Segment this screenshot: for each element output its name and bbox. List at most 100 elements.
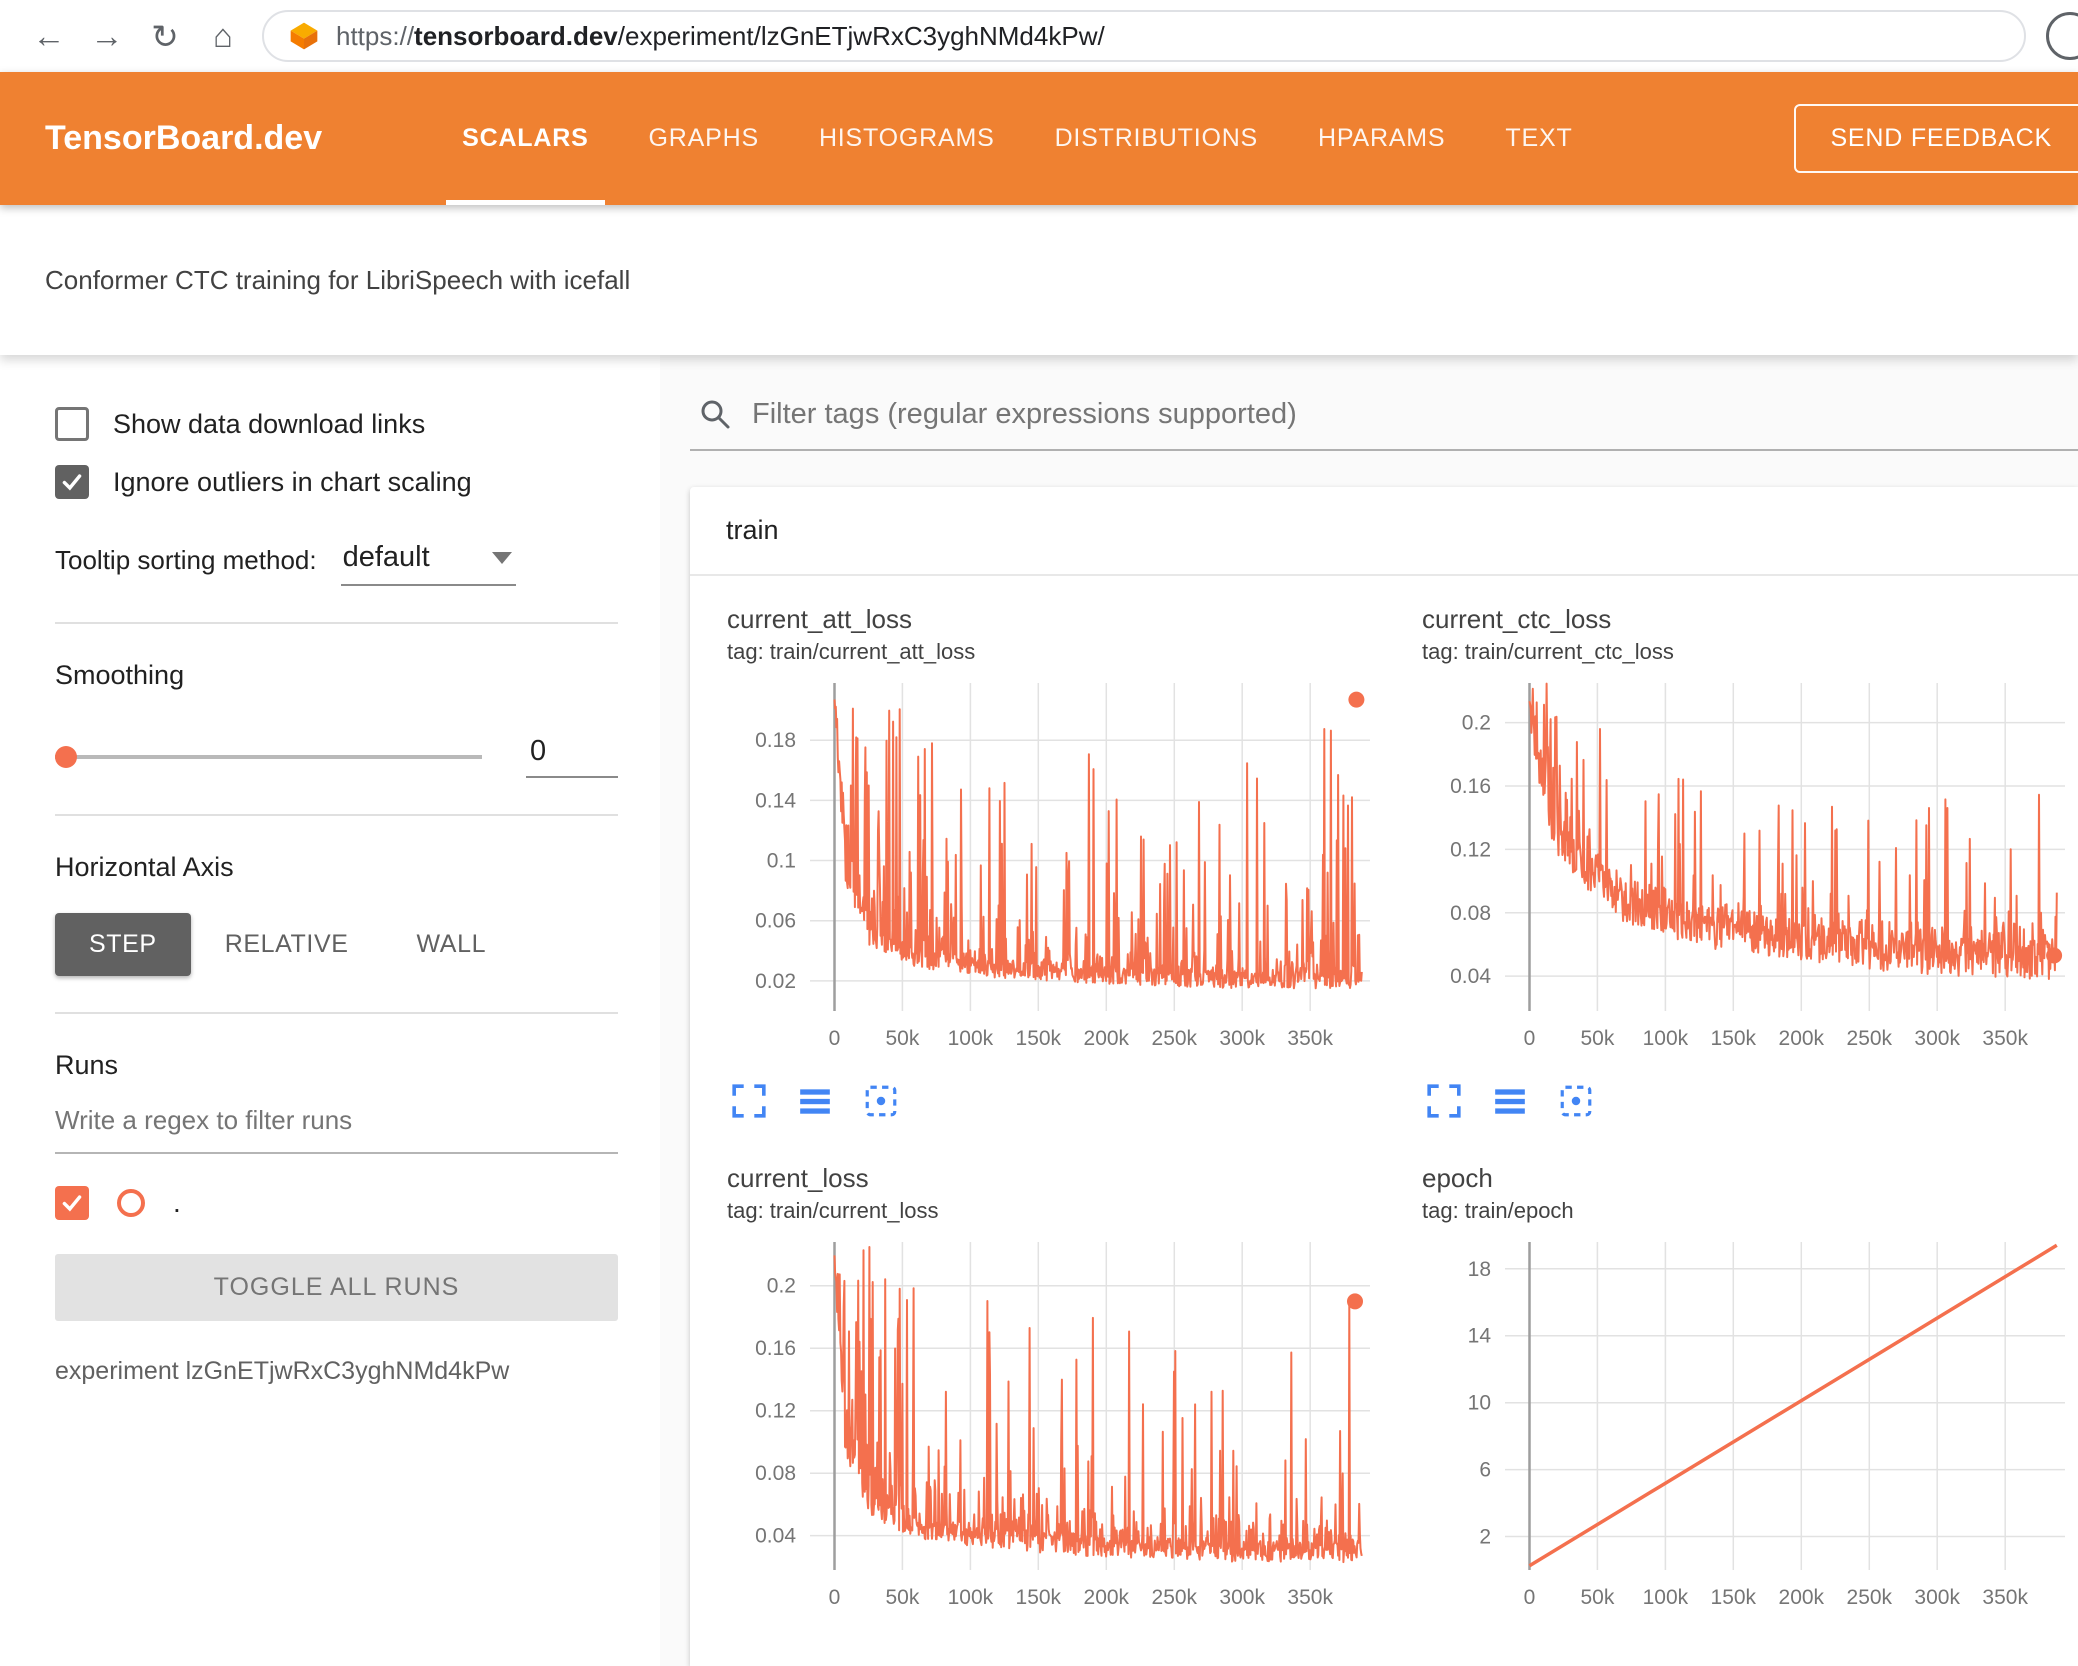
run-row: . (55, 1186, 618, 1220)
svg-text:0.12: 0.12 (1450, 838, 1491, 861)
browser-chrome: ← → ↻ ⌂ https://tensorboard.dev/experime… (0, 0, 2078, 72)
tab-distributions[interactable]: DISTRIBUTIONS (1025, 72, 1288, 205)
svg-text:300k: 300k (1914, 1027, 1960, 1050)
app-header: TensorBoard.dev SCALARS GRAPHS HISTOGRAMS D… (0, 72, 2078, 205)
svg-text:18: 18 (1468, 1258, 1491, 1281)
fullscreen-icon[interactable] (1426, 1083, 1462, 1119)
svg-text:0.02: 0.02 (755, 970, 796, 993)
smoothing-label: Smoothing (55, 660, 185, 690)
svg-text:0.04: 0.04 (1450, 965, 1491, 988)
svg-text:0.16: 0.16 (755, 1337, 796, 1360)
show-download-checkbox[interactable] (55, 407, 89, 441)
svg-text:250k: 250k (1847, 1027, 1893, 1050)
tooltip-sorting-row: Tooltip sorting method: default (55, 541, 618, 586)
svg-text:0.1: 0.1 (767, 850, 796, 873)
tag-filter-input[interactable] (752, 397, 2078, 431)
svg-text:200k: 200k (1779, 1027, 1825, 1050)
svg-text:14: 14 (1468, 1325, 1492, 1348)
address-bar[interactable]: https://tensorboard.dev/experiment/lzGnE… (262, 10, 2026, 62)
svg-text:350k: 350k (1287, 1027, 1333, 1050)
chart-plot[interactable]: 0.04 0.08 0.12 0.16 0.2 0 50k 100k 150k 200k 250k 3… (715, 1232, 1385, 1630)
fit-domain-icon[interactable] (863, 1083, 899, 1119)
forward-icon[interactable]: → (78, 7, 136, 65)
slider-track-line (55, 754, 482, 759)
home-icon[interactable]: ⌂ (194, 7, 252, 65)
scalar-chart: current_loss tag: train/current_loss 0.0… (715, 1163, 1390, 1630)
tab-hparams[interactable]: HPARAMS (1288, 72, 1475, 205)
log-scale-icon[interactable] (1492, 1083, 1528, 1119)
svg-text:200k: 200k (1779, 1586, 1825, 1609)
svg-text:350k: 350k (1982, 1586, 2028, 1609)
chart-toolbar (731, 1083, 1390, 1119)
horizontal-axis-buttons: STEP RELATIVE WALL (55, 913, 618, 976)
url-text: https://tensorboard.dev/experiment/lzGnE… (336, 21, 1105, 52)
svg-text:0: 0 (829, 1027, 841, 1050)
smoothing-slider-row (55, 735, 618, 778)
chart-title: current_att_loss (727, 604, 912, 634)
smoothing-value-input[interactable] (526, 735, 618, 778)
svg-text:0: 0 (829, 1586, 841, 1609)
scalar-chart: epoch tag: train/epoch 2 6 10 14 18 0 50k 100k 1… (1410, 1163, 2078, 1630)
runs-filter-input[interactable] (55, 1081, 618, 1154)
nav-tabs: SCALARS GRAPHS HISTOGRAMS DISTRIBUTIONS HPAR… (432, 72, 1602, 205)
svg-text:250k: 250k (1152, 1586, 1198, 1609)
tooltip-sorting-dropdown[interactable]: default (340, 541, 516, 586)
svg-text:100k: 100k (948, 1027, 994, 1050)
axis-button-relative[interactable]: RELATIVE (191, 913, 383, 976)
fit-domain-icon[interactable] (1558, 1083, 1594, 1119)
fullscreen-icon[interactable] (731, 1083, 767, 1119)
url-domain: tensorboard.dev (414, 20, 618, 51)
chart-plot[interactable]: 0.02 0.06 0.1 0.14 0.18 0 50k 100k 150k 200k 250k 3… (715, 673, 1385, 1071)
run-name: . (173, 1187, 181, 1218)
tab-graphs[interactable]: GRAPHS (619, 72, 789, 205)
experiment-title: Conformer CTC training for LibriSpeech w… (45, 264, 631, 295)
svg-text:0.08: 0.08 (755, 1462, 796, 1485)
avatar[interactable] (2046, 12, 2078, 60)
dropdown-arrow-icon (491, 551, 512, 564)
svg-text:150k: 150k (1016, 1027, 1062, 1050)
chart-toolbar (1426, 1083, 2078, 1119)
svg-text:100k: 100k (1643, 1027, 1689, 1050)
smoothing-slider[interactable] (55, 745, 482, 768)
tooltip-sorting-value: default (342, 541, 430, 573)
main-area: Show data download links Ignore outliers… (0, 355, 2078, 1666)
svg-text:150k: 150k (1711, 1586, 1757, 1609)
chart-title: current_loss (727, 1163, 869, 1193)
settings-sidebar: Show data download links Ignore outliers… (0, 355, 660, 1666)
axis-button-step[interactable]: STEP (55, 913, 191, 976)
ignore-outliers-label: Ignore outliers in chart scaling (113, 466, 472, 497)
train-card: train current_att_loss tag: train/curren… (690, 487, 2078, 1666)
slider-thumb[interactable] (55, 745, 77, 768)
charts-grid: current_att_loss tag: train/current_att_… (690, 576, 2078, 1630)
experiment-caption: experiment lzGnETjwRxC3yghNMd4kPw (55, 1357, 510, 1385)
svg-text:0.06: 0.06 (755, 910, 796, 933)
tag-filter-row (690, 397, 2078, 451)
ignore-outliers-row: Ignore outliers in chart scaling (55, 465, 618, 499)
chart-tag: tag: train/current_att_loss (727, 639, 976, 664)
svg-text:250k: 250k (1847, 1586, 1893, 1609)
show-download-label: Show data download links (113, 408, 426, 439)
chart-tag: tag: train/current_loss (727, 1198, 939, 1223)
axis-button-wall[interactable]: WALL (383, 913, 521, 976)
chart-plot[interactable]: 0.04 0.08 0.12 0.16 0.2 0 50k 100k 150k 200k 250k 3… (1410, 673, 2078, 1071)
runs-label: Runs (55, 1050, 119, 1080)
reload-icon[interactable]: ↻ (136, 7, 194, 65)
run-checkbox[interactable] (55, 1186, 89, 1220)
back-icon[interactable]: ← (20, 7, 78, 65)
svg-text:0.04: 0.04 (755, 1525, 796, 1548)
tab-text[interactable]: TEXT (1475, 72, 1602, 205)
url-scheme: https:// (336, 20, 415, 51)
svg-text:0.2: 0.2 (1462, 712, 1491, 735)
tooltip-sorting-label: Tooltip sorting method: (55, 545, 317, 575)
svg-text:0.08: 0.08 (1450, 902, 1491, 925)
svg-text:350k: 350k (1982, 1027, 2028, 1050)
ignore-outliers-checkbox[interactable] (55, 465, 89, 499)
chart-plot[interactable]: 2 6 10 14 18 0 50k 100k 150k 200k 250k 300k 350k (1410, 1232, 2078, 1630)
tab-scalars[interactable]: SCALARS (432, 72, 618, 205)
toggle-all-runs-button[interactable]: TOGGLE ALL RUNS (55, 1254, 618, 1321)
svg-text:100k: 100k (948, 1586, 994, 1609)
log-scale-icon[interactable] (797, 1083, 833, 1119)
tab-histograms[interactable]: HISTOGRAMS (789, 72, 1025, 205)
tag-group-title: train (690, 487, 2078, 576)
send-feedback-button[interactable]: SEND FEEDBACK (1794, 104, 2078, 173)
